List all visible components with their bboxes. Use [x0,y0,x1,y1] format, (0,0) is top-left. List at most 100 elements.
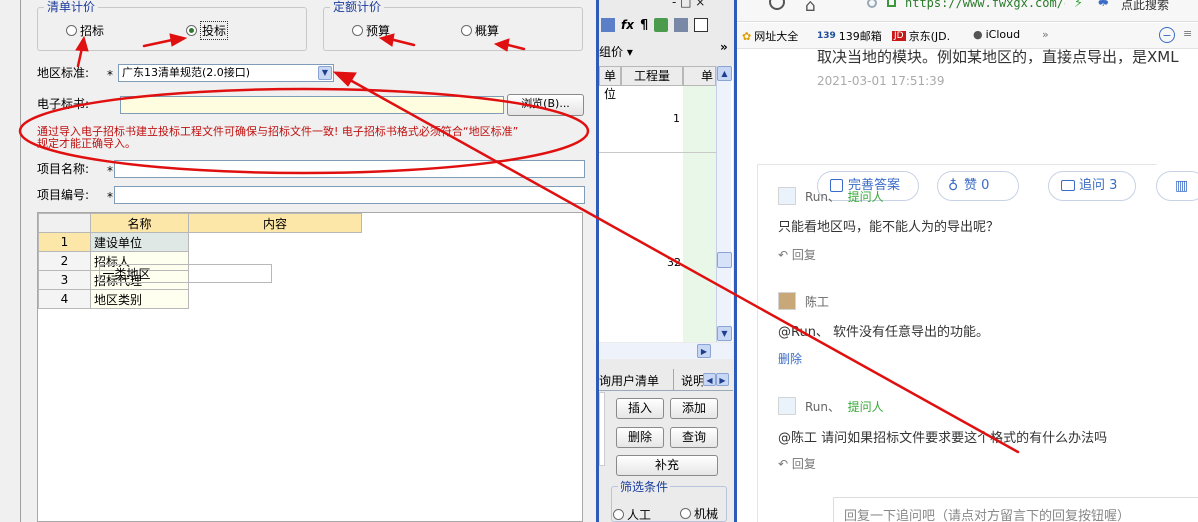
row-index[interactable]: 1 [38,232,91,252]
dialog-left-border [20,0,21,522]
scroll-thumb[interactable] [717,252,732,268]
radio-budget-label: 预算 [366,23,391,38]
reply-link[interactable]: ↶ 回复 [778,455,816,472]
avatar[interactable] [778,397,796,415]
region-standard-select[interactable]: 广东13清单规范(2.0接口) ▼ [118,64,334,82]
more-chevron-icon[interactable]: » [720,40,728,54]
security-icon [867,0,877,8]
tab-next-icon[interactable]: ▶ [716,373,729,386]
tab-prev-icon[interactable]: ◀ [703,373,716,386]
comment-user-name[interactable]: Run、 [805,190,840,204]
answer-text: 取决当地的模块。例如某地区的，直接点导出，是XML [817,48,1179,66]
comment-user-name[interactable]: 陈工 [805,295,829,309]
column-header-extra[interactable]: 单 [683,66,716,86]
column-header-quantity[interactable]: 工程量 [621,66,683,86]
tab-query-user-list[interactable]: 询用户清单 [599,372,659,389]
reply-input[interactable]: 回复一下追问吧（请点对方留言下的回复按钮喔） [833,497,1198,522]
scroll-down-icon[interactable]: ▼ [717,326,732,341]
bookmark-item[interactable]: ● iCloud [973,28,1020,41]
browse-button[interactable]: 浏览(B)... [507,94,584,116]
group-quota-pricing-title: 定额计价 [330,0,385,14]
bookmarks-more-icon[interactable]: » [1042,28,1049,41]
scroll-up-icon[interactable]: ▲ [717,66,732,81]
column-header-unit[interactable]: 单位 [599,66,621,101]
avatar[interactable] [778,292,796,310]
bookmark-item[interactable]: ✿ 网址大全 [742,28,798,44]
vertical-scrollbar[interactable]: ▲ ▼ [716,66,732,342]
radio-bid[interactable]: 投标 [186,20,229,40]
radio-tender[interactable]: 招标 [66,22,104,38]
bookmark-label: 网址大全 [754,30,799,43]
column-header-name[interactable]: 名称 [90,213,189,233]
insert-button[interactable]: 插入 [616,398,664,419]
etender-file-input[interactable] [120,96,504,114]
reply-link[interactable]: ↶ 回复 [778,246,816,263]
zoom-out-icon[interactable]: − [1159,27,1175,43]
click-search-link[interactable]: 点此搜索 [1121,0,1169,13]
comment-user-name[interactable]: Run、 [805,400,840,414]
search-engine-icon[interactable]: ♣ [1097,0,1110,10]
delete-answer-button[interactable]: ▥ [1156,171,1198,201]
table-row[interactable]: 4 地区类别 一类地区 [38,263,362,309]
cube-icon[interactable] [654,18,669,32]
filter-labor-radio[interactable]: 人工 [613,506,651,522]
horizontal-scrollbar[interactable]: ▶ [599,343,733,359]
delete-button[interactable]: 删除 [616,427,664,448]
refresh-icon[interactable] [769,0,785,10]
comment-user[interactable]: Run、 提问人 [805,188,884,205]
project-info-table: 名称 内容 1 建设单位 2 招标人 3 招标代理 4 地区类别 一类地区 [38,213,362,309]
row-content-cell[interactable]: 一类地区 [98,263,272,283]
menu-icon[interactable]: ≡ [1183,27,1192,40]
radio-bid-dot[interactable] [186,24,197,36]
comment-user[interactable]: 陈工 [805,293,829,310]
lightning-icon[interactable]: ⚡ [1074,0,1083,11]
filter-labor-dot[interactable] [613,508,624,520]
row-index[interactable]: 2 [38,251,91,271]
quantity-value-1[interactable]: 1 [673,112,680,125]
window-controls[interactable]: - □ × [672,0,705,9]
row-index[interactable]: 3 [38,270,91,290]
address-bar[interactable]: https://www.fwxgx.com/q [905,0,1065,10]
quantity-value-2[interactable]: 32 [667,256,681,269]
row-index[interactable]: 4 [38,289,91,309]
scroll-right-icon[interactable]: ▶ [697,344,711,358]
home-icon[interactable]: ⌂ [805,0,816,16]
radio-estimate[interactable]: 概算 [461,22,499,38]
add-button[interactable]: 添加 [670,398,718,419]
filter-machine-dot[interactable] [680,507,691,519]
filter-machine-radio[interactable]: 机械 [680,505,718,521]
chevron-down-icon[interactable]: ▼ [318,66,332,80]
row-name-cell[interactable]: 建设单位 [90,232,189,252]
delete-link[interactable]: 删除 [778,350,802,367]
row-name-cell[interactable]: 地区类别 [90,289,189,309]
project-name-input[interactable] [114,160,585,178]
project-code-input[interactable] [114,186,585,204]
browser-window: ⌂ https://www.fwxgx.com/q ⚡ ♣ 点此搜索 ✿ 网址大全… [737,0,1198,522]
supplement-button[interactable]: 补充 [616,455,718,476]
radio-budget-dot[interactable] [352,24,363,36]
radio-estimate-dot[interactable] [461,24,472,36]
bookmark-item[interactable]: 139 139邮箱 [817,28,882,44]
group-price-menu[interactable]: 组价 ▾ [599,43,633,60]
column-header-content[interactable]: 内容 [188,213,362,233]
table-row[interactable]: 1 建设单位 [38,232,362,283]
panel-toolbar: fx ¶ [599,12,733,38]
region-required-mark: * [107,68,113,82]
paragraph-icon[interactable]: ¶ [640,18,648,33]
avatar[interactable] [778,187,796,205]
panel-tabs: 询用户清单 说明 ◀ ▶ [599,369,733,391]
document-icon[interactable] [694,18,709,32]
formula-icon[interactable]: fx [621,18,634,32]
query-button[interactable]: 查询 [670,427,718,448]
report-icon[interactable] [674,18,689,32]
mail-icon: 139 [817,31,836,41]
comment-user[interactable]: Run、 提问人 [805,398,884,415]
radio-tender-dot[interactable] [66,24,77,36]
radio-budget[interactable]: 预算 [352,22,390,38]
import-warning-text: 通过导入电子招标书建立投标工程文件可确保与招标文件一致! 电子招标书格式必须符合… [37,126,587,150]
comment-text: @陈工 请问如果招标文件要求要这个格式的有什么办法吗 [778,431,1108,446]
tab-description[interactable]: 说明 [681,372,703,389]
calculator-icon[interactable] [601,18,615,32]
project-code-required-mark: * [107,190,113,204]
bookmark-item[interactable]: JD 京东(JD. [892,28,950,44]
